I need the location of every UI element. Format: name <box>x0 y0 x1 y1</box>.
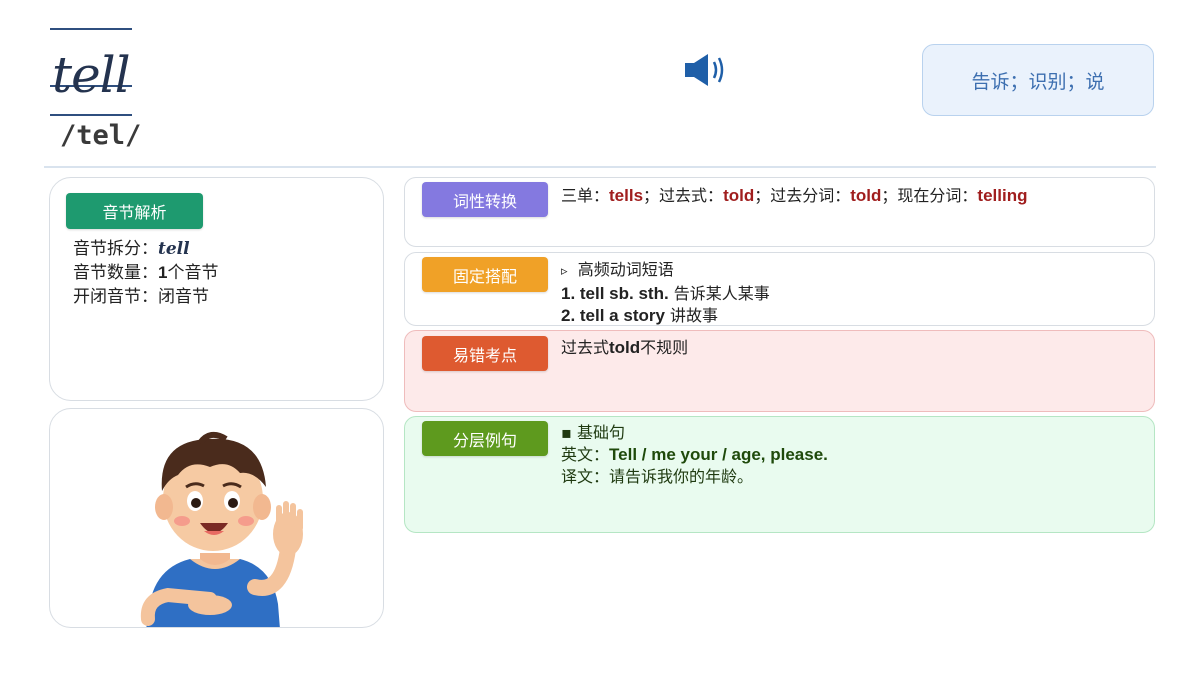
example-tag: 分层例句 <box>422 421 548 456</box>
meaning-box: 告诉；识别；说 <box>922 44 1154 116</box>
syllable-card: 音节解析 音节拆分：tell 音节数量：1个音节 开闭音节：闭音节 <box>49 177 384 401</box>
word-title: tell <box>52 46 131 104</box>
example-translation: 译文：请告诉我你的年龄。 <box>561 467 754 486</box>
triangle-bullet-icon: ▹ <box>561 264 568 279</box>
pos-content: 三单：tells；过去式：told；过去分词：told；现在分词：telling <box>561 186 1028 205</box>
collocation-row: 固定搭配 ▹ 高频动词短语 1. tell sb. sth. 告诉某人某事 2.… <box>404 252 1155 326</box>
collocation-tag: 固定搭配 <box>422 257 548 292</box>
word-bottom-line <box>50 114 132 116</box>
word-header: tell <box>50 28 132 116</box>
error-tag: 易错考点 <box>422 336 548 371</box>
example-content: ▪ 基础句 英文：Tell / me your / age, please. 译… <box>561 422 828 488</box>
header-divider <box>44 166 1156 168</box>
collocation-item-1: 1. tell sb. sth. 告诉某人某事 <box>561 284 770 303</box>
syllable-details: 音节拆分：tell 音节数量：1个音节 开闭音节：闭音节 <box>73 237 218 309</box>
example-english: 英文：Tell / me your / age, please. <box>561 445 828 464</box>
syllable-tag: 音节解析 <box>66 193 203 229</box>
word-top-line <box>50 28 132 30</box>
pos-row: 词性转换 三单：tells；过去式：told；过去分词：told；现在分词：te… <box>404 177 1155 247</box>
syllable-count: 音节数量：1个音节 <box>73 263 219 283</box>
collocation-item-2: 2. tell a story 讲故事 <box>561 306 719 325</box>
boy-waving-illustration <box>140 431 303 627</box>
collocation-heading: ▹ 高频动词短语 <box>561 260 674 279</box>
illustration-card <box>49 408 384 628</box>
example-level: ▪ 基础句 <box>561 423 625 442</box>
error-row: 易错考点 过去式told不规则 <box>404 330 1155 412</box>
square-bullet-icon: ▪ <box>561 423 572 442</box>
syllable-split: 音节拆分：tell <box>73 239 190 259</box>
syllable-open-closed: 开闭音节：闭音节 <box>73 287 209 307</box>
collocation-content: ▹ 高频动词短语 1. tell sb. sth. 告诉某人某事 2. tell… <box>561 259 770 327</box>
speaker-icon[interactable] <box>684 52 726 88</box>
example-row: 分层例句 ▪ 基础句 英文：Tell / me your / age, plea… <box>404 416 1155 533</box>
error-content: 过去式told不规则 <box>561 338 689 357</box>
phonetic: /tel/ <box>60 120 142 151</box>
pos-tag: 词性转换 <box>422 182 548 217</box>
